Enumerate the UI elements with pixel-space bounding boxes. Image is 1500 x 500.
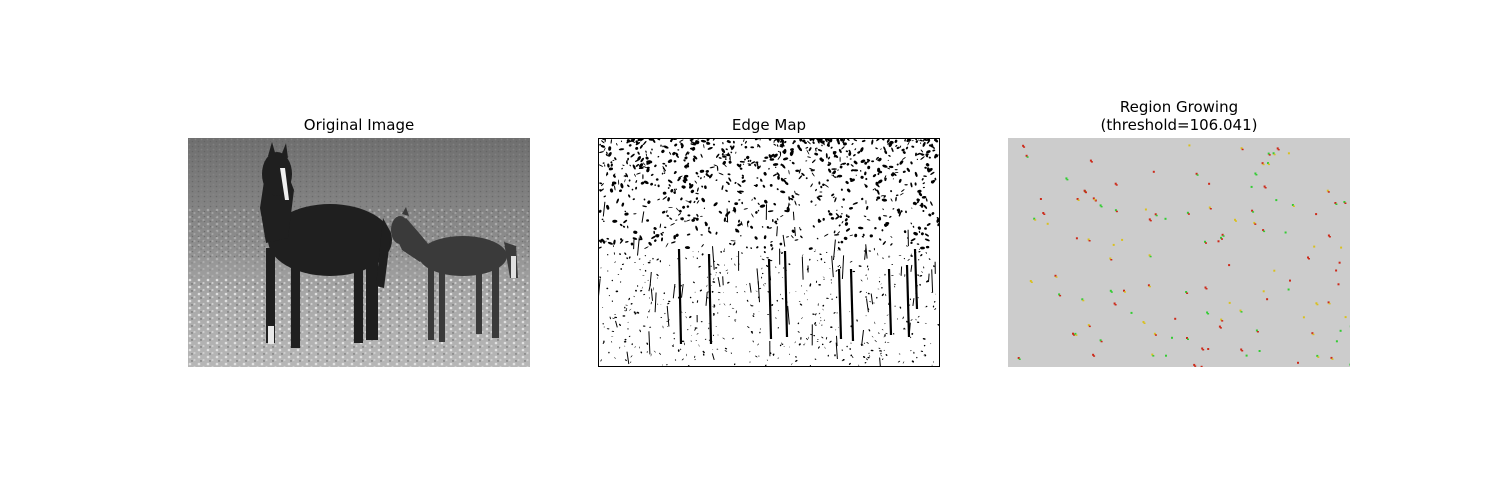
edge-speck <box>904 184 908 186</box>
edge-speck <box>647 261 651 264</box>
edge-map-image <box>598 138 940 367</box>
edge-speck <box>819 191 823 193</box>
original-image <box>188 138 530 367</box>
seed-marker <box>1262 290 1265 293</box>
mare-sock <box>268 326 274 344</box>
seed-marker <box>1200 365 1203 367</box>
seed-marker <box>1245 354 1248 357</box>
panel-original: Original Image <box>188 0 530 500</box>
panel-subtitle-threshold: (threshold=106.041) <box>1100 116 1258 134</box>
seed-marker <box>1188 144 1191 147</box>
edge-stroke <box>726 208 729 223</box>
seed-marker <box>1207 348 1210 350</box>
foal-tail-highlight <box>511 256 516 278</box>
seed-marker <box>1217 240 1220 243</box>
edge-speck <box>839 156 841 163</box>
seed-marker <box>1335 269 1338 272</box>
edge-speck <box>761 276 763 279</box>
seed-marker <box>1284 231 1287 234</box>
seed-marker <box>1258 350 1261 352</box>
edge-stroke <box>722 276 724 286</box>
panel-title-original: Original Image <box>303 116 415 134</box>
region-growing-image <box>1008 138 1350 367</box>
seed-marker <box>1164 217 1167 220</box>
seed-marker <box>1315 213 1318 216</box>
edge-stroke <box>928 273 930 282</box>
seed-marker <box>1266 298 1269 301</box>
seed-marker <box>1075 237 1078 240</box>
seed-marker <box>1287 288 1290 291</box>
edge-stroke <box>792 211 795 221</box>
seed-marker <box>1174 317 1177 320</box>
seed-marker <box>1171 336 1173 339</box>
seed-marker <box>1144 208 1147 211</box>
seed-marker <box>1335 340 1338 343</box>
seed-marker <box>1337 283 1340 286</box>
edge-speck <box>622 315 626 317</box>
edge-speck <box>795 169 800 173</box>
seed-marker <box>1112 243 1115 246</box>
seed-marker <box>1228 301 1231 304</box>
seed-marker <box>1208 182 1211 185</box>
seed-marker <box>1039 198 1042 200</box>
edge-speck <box>642 174 644 180</box>
seed-marker <box>1313 245 1316 248</box>
seed-marker <box>1275 199 1278 202</box>
region-growing-canvas <box>1008 138 1350 367</box>
edge-stroke <box>776 226 778 237</box>
seed-marker <box>1344 316 1347 319</box>
seed-marker <box>1165 354 1167 357</box>
panel-region-growing: Region Growing (threshold=106.041) <box>1008 0 1350 500</box>
seed-marker <box>1339 329 1342 332</box>
seed-marker <box>1287 152 1290 155</box>
seed-marker <box>1121 238 1124 241</box>
panel-title-edge-map: Edge Map <box>731 116 807 134</box>
panel-title-region-growing: Region Growing <box>1119 98 1239 116</box>
edge-stroke <box>900 266 903 276</box>
seed-marker <box>1130 311 1133 314</box>
seed-marker <box>1289 279 1291 282</box>
edge-map-canvas <box>599 139 939 366</box>
edge-speck <box>779 151 782 157</box>
seed-marker <box>1228 264 1231 267</box>
seed-marker <box>1297 361 1299 364</box>
seed-marker <box>1302 316 1305 319</box>
seed-marker <box>1338 261 1341 264</box>
edge-speck <box>891 263 893 266</box>
panel-edge-map: Edge Map <box>598 0 940 500</box>
seed-marker <box>1152 170 1155 173</box>
edge-stroke <box>678 268 681 277</box>
seed-marker <box>1340 246 1343 249</box>
seed-marker <box>1273 269 1276 272</box>
edge-stroke <box>836 335 838 347</box>
horse-photo <box>188 138 530 367</box>
seed-marker <box>1046 222 1049 225</box>
seed-marker <box>1250 185 1253 188</box>
edge-stroke <box>794 226 796 237</box>
